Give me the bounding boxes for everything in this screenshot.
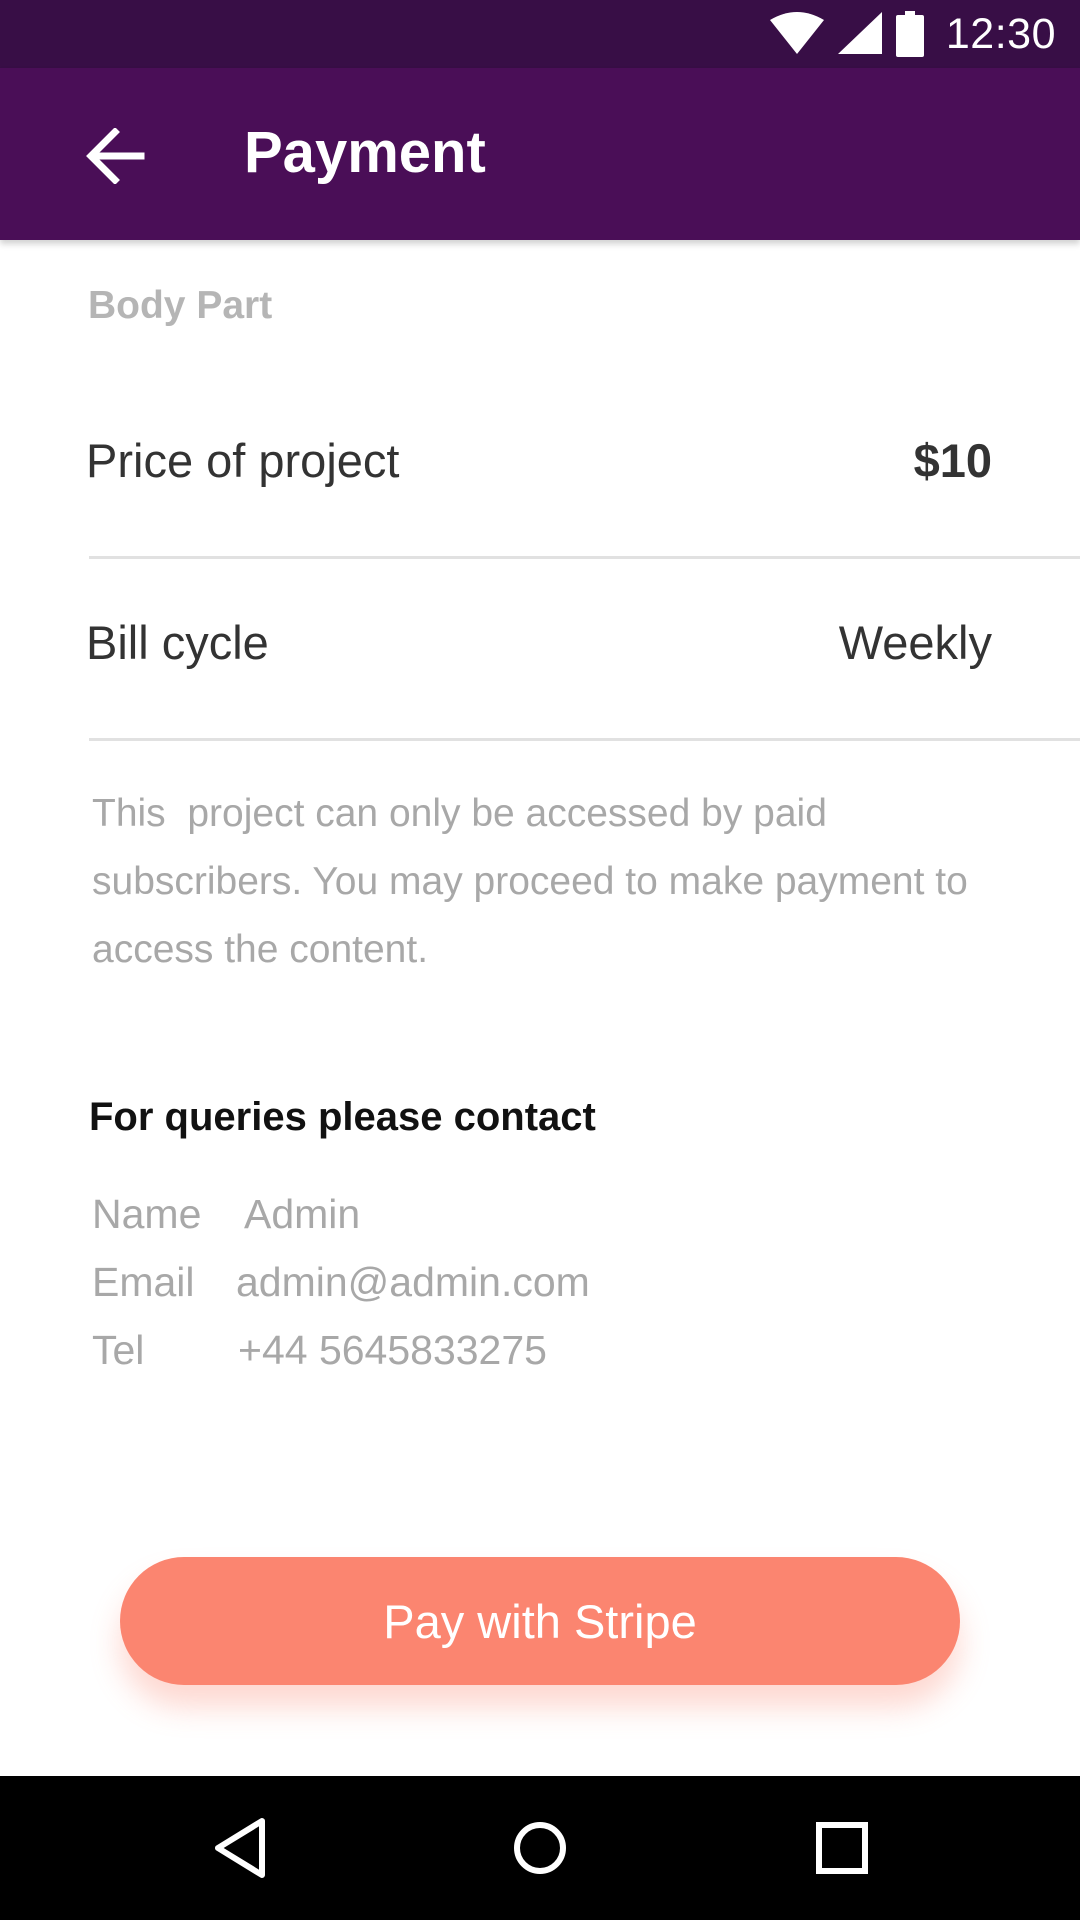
- back-button[interactable]: [60, 106, 170, 206]
- page-title: Payment: [244, 120, 486, 185]
- contact-heading: For queries please contact: [89, 1095, 596, 1139]
- bill-cycle-label: Bill cycle: [86, 615, 269, 669]
- contact-email-value[interactable]: admin@admin.com: [236, 1259, 590, 1306]
- pay-with-stripe-button[interactable]: Pay with Stripe: [120, 1557, 960, 1685]
- recents-square-icon: [816, 1822, 868, 1874]
- price-row: Price of project $10: [86, 420, 992, 500]
- app-bar: Payment: [0, 68, 1080, 240]
- status-icons: 12:30: [769, 0, 1080, 68]
- status-bar: 12:30: [0, 0, 1080, 68]
- back-triangle-icon: [215, 1818, 265, 1878]
- contact-email-key: Email: [92, 1258, 195, 1305]
- home-circle-icon: [514, 1822, 566, 1874]
- price-value: $10: [913, 433, 992, 487]
- contact-tel-value[interactable]: +44 5645833275: [238, 1327, 547, 1374]
- status-time: 12:30: [945, 9, 1056, 58]
- nav-recents-button[interactable]: [792, 1798, 892, 1898]
- price-label: Price of project: [86, 433, 400, 487]
- contact-name-row: Name Admin: [92, 1184, 360, 1244]
- contact-name-key: Name: [92, 1190, 202, 1237]
- contact-name-value: Admin: [244, 1190, 361, 1237]
- contact-email-row: Email admin@admin.com: [92, 1252, 590, 1312]
- battery-icon: [895, 11, 924, 57]
- nav-back-button[interactable]: [190, 1798, 290, 1898]
- contact-tel-row: Tel +44 5645833275: [92, 1320, 547, 1380]
- bill-cycle-row: Bill cycle Weekly: [86, 602, 992, 682]
- divider: [89, 738, 1080, 741]
- contact-tel-key: Tel: [92, 1326, 145, 1373]
- cellular-signal-icon: [837, 12, 882, 54]
- nav-home-button[interactable]: [490, 1798, 590, 1898]
- divider: [89, 556, 1080, 559]
- arrow-left-icon: [86, 128, 145, 184]
- navigation-bar: [0, 1776, 1080, 1920]
- section-label: Body Part: [88, 284, 273, 327]
- bill-cycle-value: Weekly: [838, 615, 992, 669]
- wifi-icon: [769, 12, 824, 54]
- access-notice: This project can only be accessed by pai…: [92, 792, 979, 971]
